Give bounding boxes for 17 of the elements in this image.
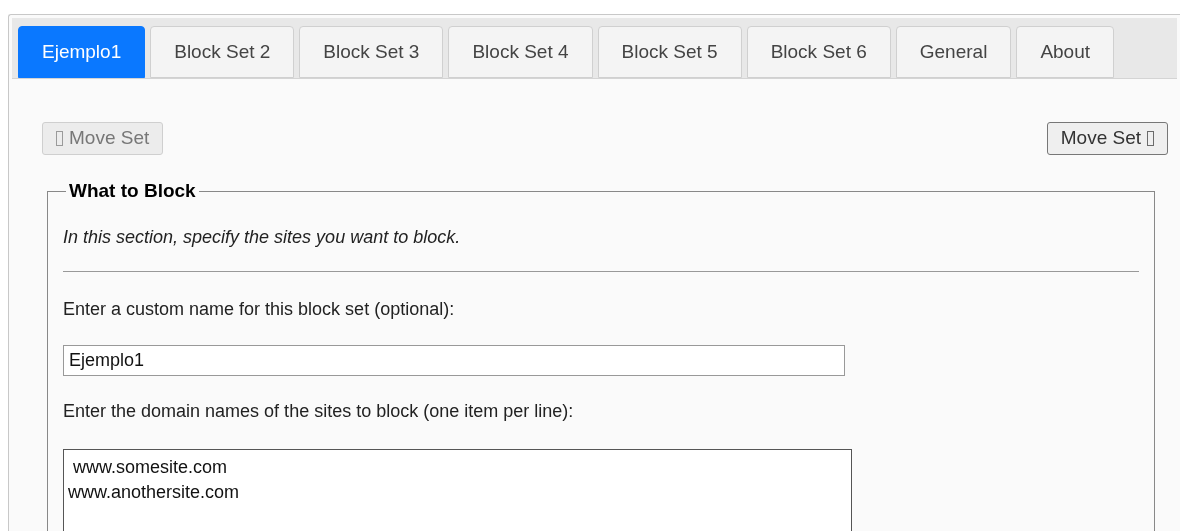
tab[interactable]: Block Set 2 [150, 26, 295, 78]
move-set-button[interactable]: Move Set [1046, 122, 1168, 155]
sites-field[interactable]: www.somesite.com www.anothersite.com [63, 448, 852, 531]
tab[interactable]: Block Set 5 [597, 26, 742, 78]
tab[interactable]: Block Set 6 [746, 26, 891, 78]
section-legend: What to Block [66, 177, 199, 206]
tab[interactable]: Block Set 3 [299, 26, 444, 78]
intro-text: In this section, specify the sites you want to block. [63, 225, 462, 249]
missing-glyph-icon [56, 131, 63, 146]
tab[interactable]: General [895, 26, 1012, 78]
field-label: Enter a custom name for this block set (optional): [63, 297, 456, 321]
tab[interactable]: Ejemplo1 [18, 26, 146, 78]
name-field[interactable]: Ejemplo1 [63, 344, 845, 376]
missing-glyph-icon [1147, 131, 1154, 146]
tab[interactable]: About [1016, 26, 1115, 78]
tab[interactable]: Block Set 4 [448, 26, 593, 78]
field-label: Enter the domain names of the sites to block (one item per line): [63, 399, 575, 423]
